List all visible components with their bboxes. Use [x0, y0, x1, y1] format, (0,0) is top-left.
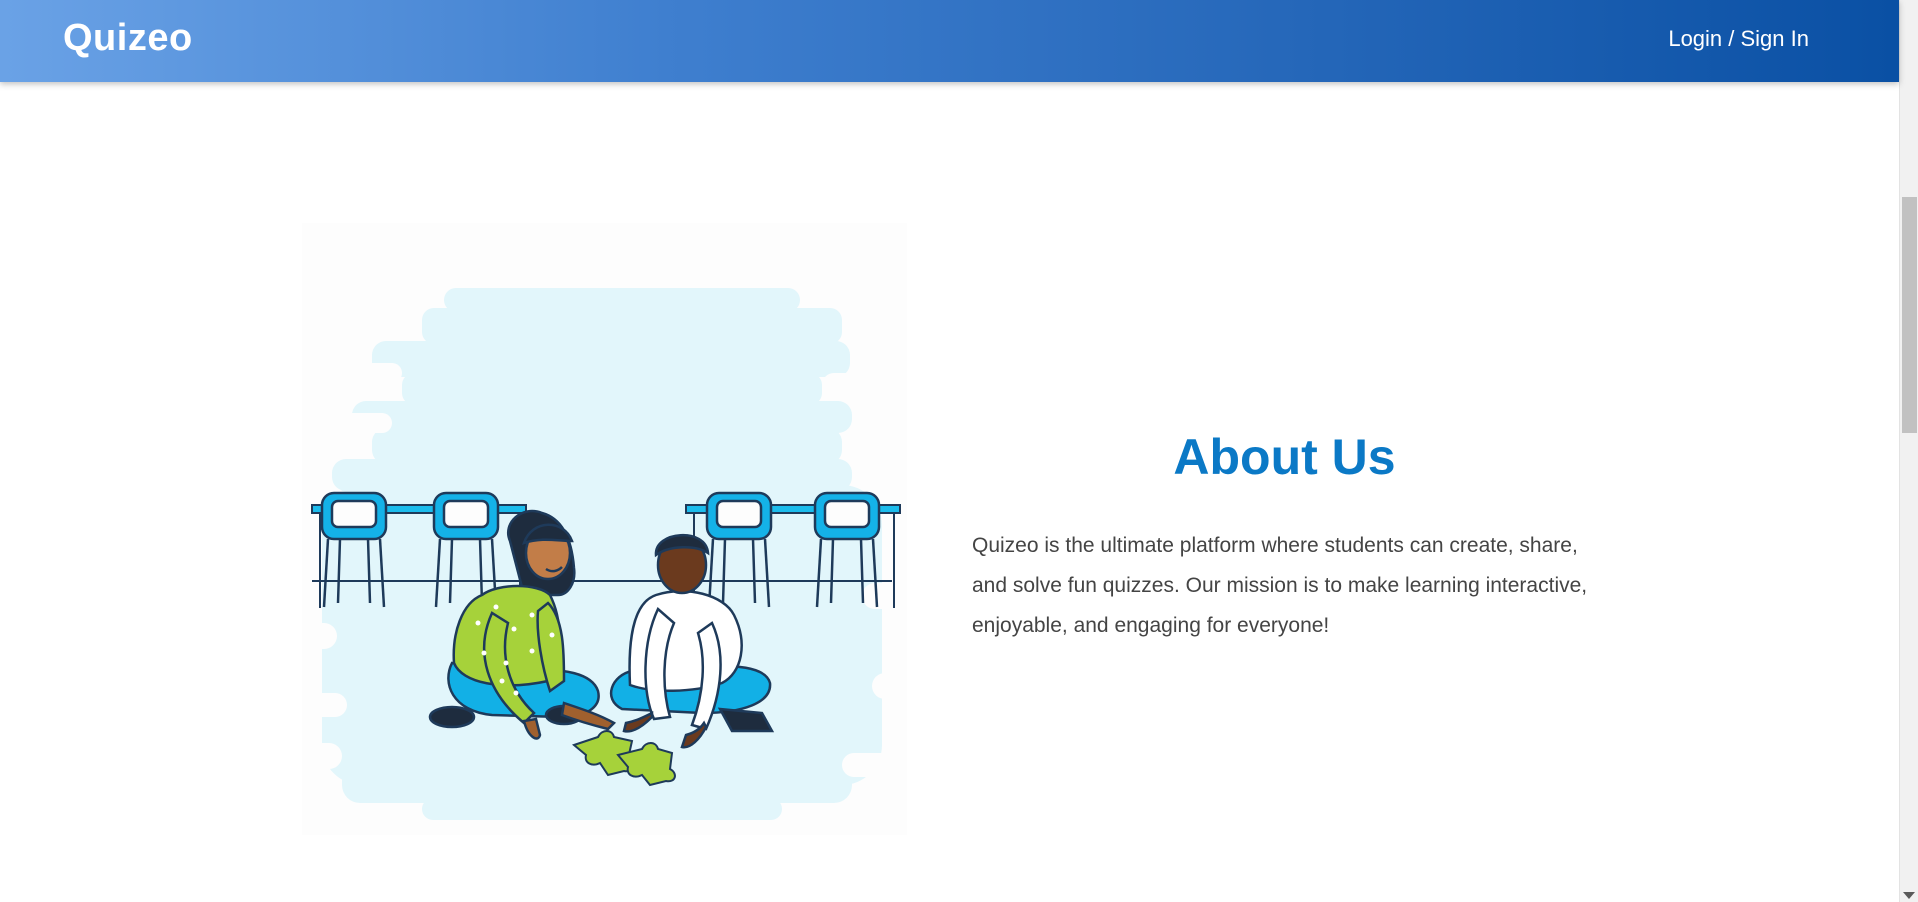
scroll-down-arrow-icon[interactable]	[1903, 892, 1915, 899]
brand-logo[interactable]: Quizeo	[63, 17, 193, 60]
illustration-svg	[302, 288, 912, 820]
top-navbar: Quizeo Login / Sign In	[0, 0, 1899, 82]
login-signin-link[interactable]: Login / Sign In	[1668, 26, 1809, 52]
page: Quizeo Login / Sign In About Us Quizeo i…	[0, 0, 1918, 902]
about-us-description: Quizeo is the ultimate platform where st…	[972, 534, 1588, 637]
vertical-scrollbar[interactable]	[1899, 0, 1918, 902]
scrollbar-thumb[interactable]	[1902, 197, 1917, 433]
students-puzzle-illustration	[302, 223, 912, 835]
about-us-heading: About Us	[1173, 429, 1396, 485]
